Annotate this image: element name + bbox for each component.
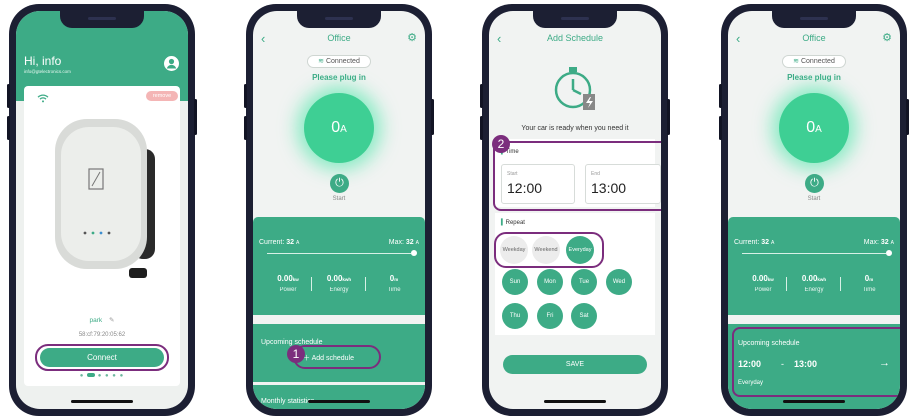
step-badge: 1 bbox=[287, 345, 305, 363]
page-indicator[interactable]: ● ● ● ● ● bbox=[16, 373, 188, 379]
current-unit: A bbox=[815, 124, 822, 135]
schedule-highlight bbox=[732, 327, 900, 397]
monthly-panel: Monthly statistics bbox=[253, 385, 425, 409]
schedule-set-screen: ‹ Office ⚙ ≋ Connected Please plug in 0A… bbox=[728, 11, 900, 409]
gear-icon[interactable]: ⚙ bbox=[882, 31, 892, 44]
start-label: Start bbox=[332, 196, 346, 202]
status-badge: ≋ Connected bbox=[782, 55, 846, 68]
device-name: park bbox=[89, 317, 103, 324]
current-setting: Current: 32 A bbox=[259, 239, 300, 246]
energy-metric: 0.00kwh Energy bbox=[801, 274, 827, 293]
time-metric: 0m Time bbox=[862, 274, 876, 293]
connect-highlight bbox=[35, 344, 169, 371]
day-sat[interactable]: Sat bbox=[571, 303, 597, 329]
device-mac: 58:cf:79:20:05:62 bbox=[78, 332, 126, 338]
gear-icon[interactable]: ⚙ bbox=[407, 31, 417, 44]
remove-button[interactable]: remove bbox=[146, 91, 178, 101]
power-icon: ⏻ bbox=[335, 177, 344, 189]
device-list-screen: Hi, info info@gtelectronics.com remove p… bbox=[16, 11, 188, 409]
status-text: Connected bbox=[325, 58, 360, 65]
energy-metric: 0.00kwh Energy bbox=[326, 274, 352, 293]
current-slider[interactable] bbox=[742, 253, 886, 254]
ready-text: Your car is ready when you need it bbox=[521, 125, 629, 132]
day-wed[interactable]: Wed bbox=[606, 269, 632, 295]
charger-image bbox=[51, 113, 161, 283]
power-metric: 0.00kw Power bbox=[752, 274, 774, 293]
start-button[interactable]: ⏻ bbox=[805, 174, 824, 193]
day-mon[interactable]: Mon bbox=[537, 269, 563, 295]
current-gauge: 0A bbox=[779, 93, 849, 163]
current-slider[interactable] bbox=[267, 253, 411, 254]
current-gauge: 0A bbox=[304, 93, 374, 163]
repeat-highlight bbox=[494, 232, 604, 268]
current-setting: Current: 32 A bbox=[734, 239, 775, 246]
phone-charger-detail: ‹ Office ⚙ ≋ Connected Please plug in 0A… bbox=[244, 4, 434, 416]
add-schedule-screen: ‹ Add Schedule Your car is ready when yo… bbox=[489, 11, 661, 409]
status-text: Connected bbox=[800, 58, 835, 65]
phone-schedule-set: ‹ Office ⚙ ≋ Connected Please plug in 0A… bbox=[719, 4, 909, 416]
start-label: Start bbox=[807, 196, 821, 202]
day-fri[interactable]: Fri bbox=[537, 303, 563, 329]
charging-panel: Current: 32 A Max: 32 A 0.00kw Power 0.00… bbox=[253, 217, 425, 315]
time-highlight bbox=[493, 141, 661, 211]
onboarding-steps: Hi, info info@gtelectronics.com remove p… bbox=[0, 0, 915, 419]
current-value: 0 bbox=[806, 119, 816, 136]
page-title: Office bbox=[327, 33, 351, 43]
user-email: info@gtelectronics.com bbox=[24, 69, 71, 74]
page-title: Add Schedule bbox=[546, 33, 604, 43]
stopwatch-icon bbox=[551, 63, 601, 118]
step-badge: 2 bbox=[492, 135, 510, 153]
plug-prompt: Please plug in bbox=[787, 73, 841, 82]
start-button[interactable]: ⏻ bbox=[330, 174, 349, 193]
greeting: Hi, info bbox=[24, 54, 62, 68]
charging-panel: Current: 32 A Max: 32 A 0.00kw Power 0.00… bbox=[728, 217, 900, 315]
max-setting: Max: 32 A bbox=[388, 239, 419, 246]
wifi-icon: ≋ bbox=[793, 58, 800, 65]
save-button[interactable]: SAVE bbox=[503, 355, 647, 374]
charger-detail-screen: ‹ Office ⚙ ≋ Connected Please plug in 0A… bbox=[253, 11, 425, 409]
repeat-section-title: ▍Repeat bbox=[501, 220, 525, 226]
wifi-icon: ≋ bbox=[318, 58, 325, 65]
day-sun[interactable]: Sun bbox=[502, 269, 528, 295]
user-icon[interactable] bbox=[164, 56, 179, 71]
page-title: Office bbox=[802, 33, 826, 43]
current-unit: A bbox=[340, 124, 347, 135]
current-slider-knob[interactable] bbox=[886, 250, 892, 256]
current-value: 0 bbox=[331, 119, 341, 136]
phone-device-list: Hi, info info@gtelectronics.com remove p… bbox=[7, 4, 197, 416]
day-tue[interactable]: Tue bbox=[571, 269, 597, 295]
max-setting: Max: 32 A bbox=[863, 239, 894, 246]
power-metric: 0.00kw Power bbox=[277, 274, 299, 293]
status-badge: ≋ Connected bbox=[307, 55, 371, 68]
wifi-icon bbox=[37, 90, 49, 108]
monthly-title: Monthly statistics bbox=[261, 398, 315, 405]
time-metric: 0m Time bbox=[387, 274, 401, 293]
edit-icon[interactable]: ✎ bbox=[109, 317, 114, 324]
phone-add-schedule: ‹ Add Schedule Your car is ready when yo… bbox=[480, 4, 670, 416]
day-thu[interactable]: Thu bbox=[502, 303, 528, 329]
current-slider-knob[interactable] bbox=[411, 250, 417, 256]
plug-prompt: Please plug in bbox=[312, 73, 366, 82]
power-icon: ⏻ bbox=[810, 177, 819, 189]
add-schedule-highlight bbox=[293, 345, 381, 369]
